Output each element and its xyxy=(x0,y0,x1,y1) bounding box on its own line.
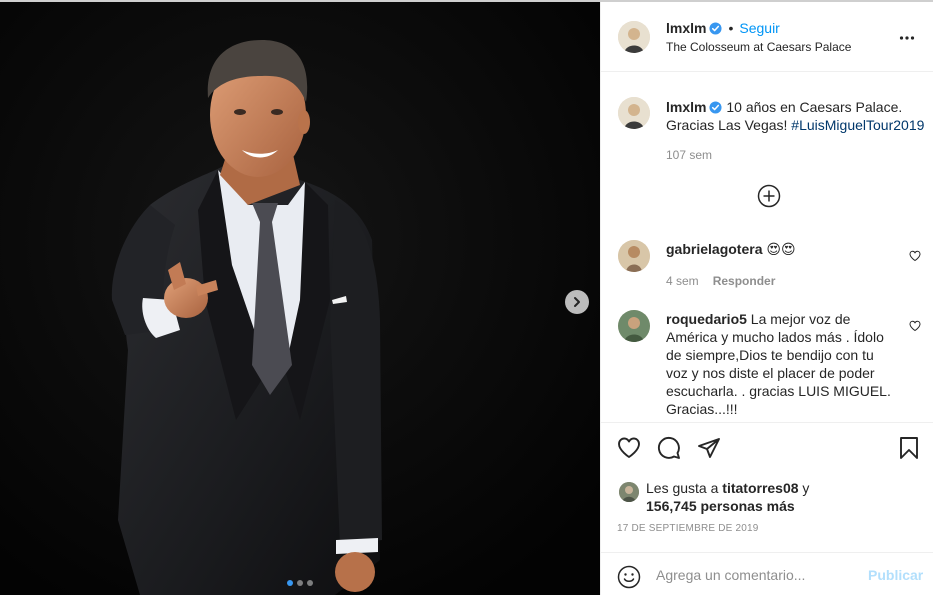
more-options-icon[interactable] xyxy=(899,30,915,46)
next-slide-button[interactable] xyxy=(565,290,589,314)
comment-icon[interactable] xyxy=(657,436,681,460)
post-caption: lmxlm 10 años en Caesars Palace. Gracias… xyxy=(666,98,928,134)
commenter-avatar[interactable] xyxy=(618,240,650,272)
likes-connector: y xyxy=(798,480,810,496)
verified-badge-icon xyxy=(709,101,723,114)
top-border xyxy=(0,0,933,2)
avatar-image xyxy=(618,97,650,129)
add-comment-bar: Publicar xyxy=(601,552,933,595)
likes-count[interactable]: 156,745 personas más xyxy=(646,498,795,514)
comment-body: 😍😍 xyxy=(766,241,796,257)
avatar-image xyxy=(618,310,650,342)
commenter-avatar[interactable] xyxy=(618,310,650,342)
reply-button[interactable]: Responder xyxy=(713,274,776,288)
follow-button[interactable]: Seguir xyxy=(739,20,779,36)
liker-avatar[interactable] xyxy=(619,482,639,502)
header-title-line: lmxlm • Seguir xyxy=(666,20,780,36)
caption-author-avatar[interactable] xyxy=(618,97,650,129)
caption-username[interactable]: lmxlm xyxy=(666,99,706,115)
post-details-panel: lmxlm • Seguir The Colosseum at Caesars Pa… xyxy=(600,2,933,595)
comment-username[interactable]: roquedario5 xyxy=(666,311,747,327)
post-date[interactable]: 17 DE SEPTIEMBRE DE 2019 xyxy=(617,523,759,534)
comment-username[interactable]: gabrielagotera xyxy=(666,241,762,257)
avatar-image xyxy=(618,21,650,53)
avatar-image xyxy=(618,240,650,272)
heart-icon[interactable] xyxy=(909,320,921,332)
share-icon[interactable] xyxy=(697,436,721,460)
carousel-dot xyxy=(297,580,303,586)
comment-item: roquedario5 La mejor voz de América y mu… xyxy=(666,310,891,418)
caption-hashtag[interactable]: #LuisMiguelTour2019 xyxy=(791,117,924,133)
post-header: lmxlm • Seguir The Colosseum at Caesars Pa… xyxy=(601,2,933,72)
publish-button[interactable]: Publicar xyxy=(868,567,923,583)
carousel-dot xyxy=(307,580,313,586)
heart-icon[interactable] xyxy=(909,250,921,262)
likes-prefix: Les gusta a xyxy=(646,480,723,496)
comment-meta: 4 sem Responder xyxy=(666,274,775,288)
emoji-icon[interactable] xyxy=(617,565,641,589)
post-actions: Les gusta a titatorres08 y 156,745 perso… xyxy=(601,422,933,552)
avatar-image xyxy=(619,482,639,502)
author-username[interactable]: lmxlm xyxy=(666,20,706,36)
chevron-right-icon xyxy=(574,297,580,307)
plus-circle-icon[interactable] xyxy=(757,184,781,208)
likes-first-user[interactable]: titatorres08 xyxy=(722,480,798,496)
verified-badge-icon xyxy=(709,22,723,35)
comment-input[interactable] xyxy=(656,563,866,587)
heart-icon[interactable] xyxy=(617,436,641,460)
carousel-indicator xyxy=(287,580,313,586)
caption-timestamp[interactable]: 107 sem xyxy=(666,148,712,162)
post-media[interactable] xyxy=(0,0,600,595)
post-location[interactable]: The Colosseum at Caesars Palace xyxy=(666,40,851,54)
separator-dot: • xyxy=(728,20,734,36)
likes-summary[interactable]: Les gusta a titatorres08 y 156,745 perso… xyxy=(646,479,896,515)
bookmark-icon[interactable] xyxy=(898,436,920,460)
carousel-dot-active xyxy=(287,580,293,586)
post-photo xyxy=(0,0,600,595)
comment-item: gabrielagotera 😍😍 xyxy=(666,240,891,258)
comments-list[interactable]: lmxlm 10 años en Caesars Palace. Gracias… xyxy=(601,72,933,422)
author-avatar[interactable] xyxy=(618,21,650,53)
comment-timestamp[interactable]: 4 sem xyxy=(666,274,699,288)
